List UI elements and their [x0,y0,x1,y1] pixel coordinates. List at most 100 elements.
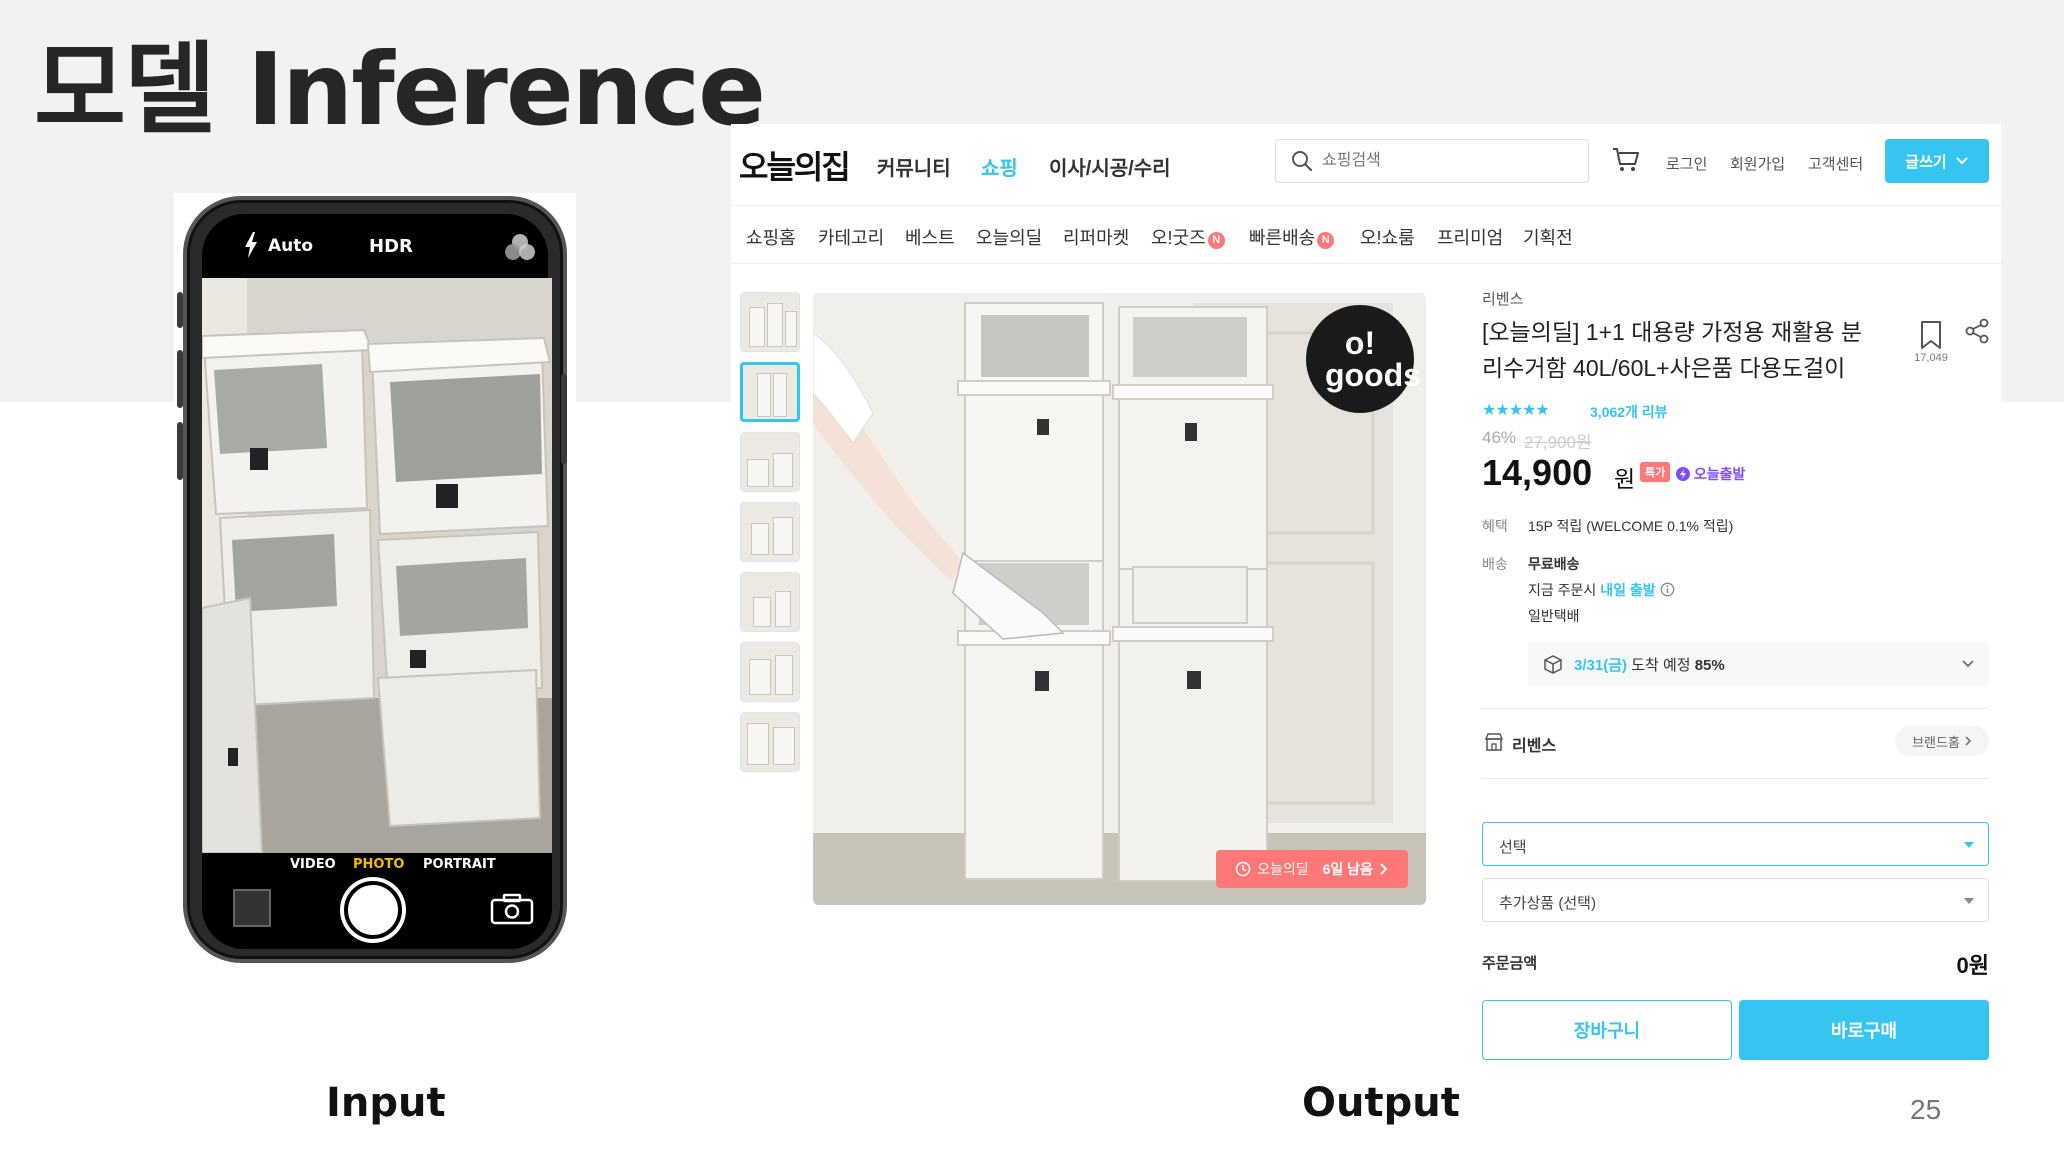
lnb-todays-deal[interactable]: 오늘의딜 [976,224,1042,250]
arrival-date: 3/31(금) [1574,657,1627,674]
thumbnail-5[interactable] [740,572,800,632]
share-icon[interactable] [1964,318,1990,344]
special-price-badge: 특가 [1640,462,1671,482]
phone-power-button [561,374,567,464]
camera-viewfinder [202,278,552,853]
filter-icon[interactable] [503,232,537,262]
order-amount-label: 주문금액 [1482,955,1538,972]
thumbnail-4[interactable] [740,502,800,562]
chevron-right-icon [1380,863,1388,875]
mode-video[interactable]: VIDEO [290,857,336,872]
brand-home-button[interactable]: 브랜드홈 [1895,726,1989,756]
mode-portrait[interactable]: PORTRAIT [423,857,496,872]
new-badge: N [1317,232,1335,249]
thumbnail-2[interactable] [740,362,800,422]
deal-countdown-pill[interactable]: 오늘의딜 6일 남음 [1216,850,1408,888]
global-nav: 오늘의집 커뮤니티 쇼핑 이사/시공/수리 로그인 회원가입 고객센터 글쓰기 [731,124,2001,206]
product-title: [오늘의딜] 1+1 대용량 가정용 재활용 분리수거함 40L/60L+사은품… [1482,319,1862,381]
lnb-premium[interactable]: 프리미엄 [1437,224,1503,250]
main-product-image[interactable]: o! goods 오늘의딜 6일 남음 [813,293,1426,905]
info-icon[interactable] [1660,582,1675,597]
chevron-down-icon [1962,660,1974,668]
review-count[interactable]: 3,062개 리뷰 [1590,402,1668,422]
divider [1482,708,1989,709]
nav-shopping[interactable]: 쇼핑 [981,152,1018,181]
shipping-notice: 지금 주문시 내일 출발 [1528,580,1675,600]
original-price: 27,900원 [1524,433,1592,452]
lnb-fast-delivery[interactable]: 빠른배송 N [1249,224,1335,250]
phone-mute-switch [177,292,183,328]
lnb-category[interactable]: 카테고리 [818,224,884,250]
store-icon [1484,733,1504,751]
today-departure-badge: 오늘출발 [1676,464,1745,484]
write-button[interactable]: 글쓰기 [1885,139,1989,183]
extra-product-select[interactable]: 추가상품 (선택) [1482,878,1989,922]
search-box[interactable] [1275,139,1589,183]
nav-moving-construction[interactable]: 이사/시공/수리 [1049,152,1171,181]
last-photo-thumbnail[interactable] [233,889,271,927]
flash-icon[interactable] [244,232,258,258]
divider [1482,778,1989,779]
phone-mockup: Auto HDR VIDEO PHOTO PORTRAIT [177,196,567,963]
arrival-estimate[interactable]: 3/31(금) 도착 예정 85% [1528,642,1989,686]
lnb-oshowroom[interactable]: 오!쇼룸 [1360,224,1415,250]
sale-price: 14,900 [1482,452,1593,493]
package-icon [1544,655,1562,674]
lnb-special-exhibit[interactable]: 기획전 [1523,224,1573,250]
camera-bottom-bar: VIDEO PHOTO PORTRAIT [202,853,552,949]
ogoods-badge-text: o! goods [1325,325,1421,393]
deal-label: 오늘의딜 [1257,861,1309,877]
search-icon [1292,151,1313,172]
search-input[interactable] [1322,149,1572,173]
lnb-best[interactable]: 베스트 [905,224,955,250]
customer-center-link[interactable]: 고객센터 [1808,153,1863,174]
caret-down-icon [1964,898,1974,904]
hdr-toggle[interactable]: HDR [369,236,413,257]
lightning-icon [1676,467,1690,481]
deal-remaining: 6일 남음 [1322,861,1373,877]
today-departure-label: 오늘출발 [1693,466,1746,482]
lnb-ogoods[interactable]: 오!굿즈 N [1151,224,1225,250]
nav-community[interactable]: 커뮤니티 [877,152,951,181]
mode-photo[interactable]: PHOTO [353,857,404,872]
site-logo[interactable]: 오늘의집 [739,142,851,188]
arrival-label: 도착 예정 [1631,657,1691,674]
add-to-cart-button[interactable]: 장바구니 [1482,1000,1732,1060]
arrival-text: 3/31(금) 도착 예정 85% [1574,654,1725,675]
chevron-right-icon [1965,736,1971,746]
cart-icon[interactable] [1611,144,1641,174]
option-select-value: 선택 [1499,839,1527,856]
category-nav: 쇼핑홈 카테고리 베스트 오늘의딜 리퍼마켓 오!굿즈 N 빠른배송 N 오!쇼룸 … [731,206,2001,264]
chevron-down-icon [1955,157,1968,165]
bookmark-count: 17,049 [1914,352,1948,364]
output-caption: Output [1302,1080,1460,1126]
lnb-fast-delivery-label: 빠른배송 [1249,228,1316,248]
order-amount: 0원 [1956,953,1989,978]
thumbnail-1[interactable] [740,292,800,352]
signup-link[interactable]: 회원가입 [1730,153,1785,174]
camera-flip-icon[interactable] [490,893,534,925]
new-badge: N [1207,232,1225,249]
thumbnail-3[interactable] [740,432,800,492]
lnb-shop-home[interactable]: 쇼핑홈 [746,224,796,250]
extra-select-value: 추가상품 (선택) [1499,895,1596,912]
shipping-tomorrow: 내일 출발 [1600,582,1656,598]
option-select[interactable]: 선택 [1482,822,1989,866]
bookmark-icon[interactable] [1918,320,1944,350]
shutter-button[interactable] [344,881,402,939]
rating-stars: ★★★★★ [1482,402,1550,419]
buy-now-button[interactable]: 바로구매 [1739,1000,1989,1060]
brand-shop-name[interactable]: 리벤스 [1512,732,1556,756]
ogoods-badge: o! goods [1306,305,1421,413]
shipping-order-now: 지금 주문시 [1528,582,1597,598]
bins-photo [202,278,552,853]
thumbnail-6[interactable] [740,642,800,702]
flash-mode-label[interactable]: Auto [268,236,313,256]
thumbnail-7[interactable] [740,712,800,772]
write-button-label: 글쓰기 [1905,153,1947,171]
phone-volume-up [177,350,183,408]
login-link[interactable]: 로그인 [1666,153,1707,174]
brand-name[interactable]: 리벤스 [1482,288,1523,309]
lnb-refurb-market[interactable]: 리퍼마켓 [1063,224,1129,250]
brand-home-label: 브랜드홈 [1912,734,1960,750]
